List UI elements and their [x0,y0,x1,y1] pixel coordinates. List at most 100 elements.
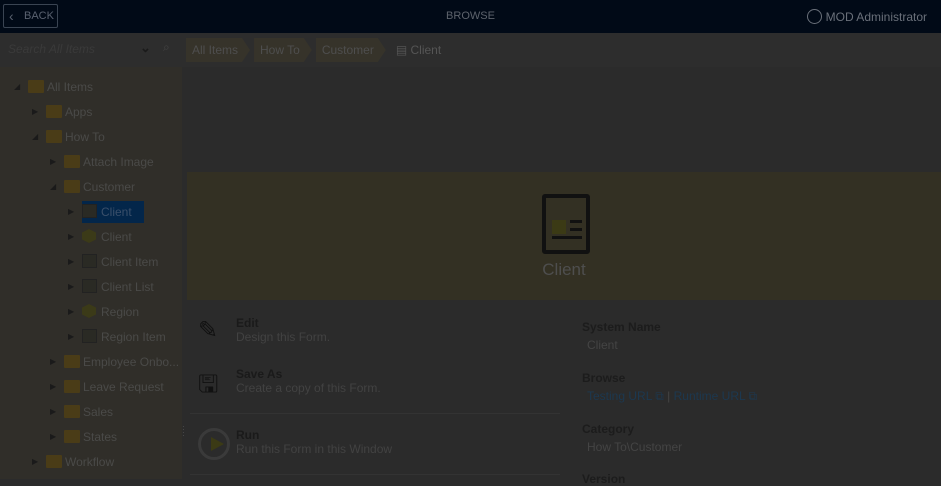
action-desc: Run this Form in this Window [236,442,393,456]
tree-item[interactable]: ◢ How To [32,126,105,148]
folder-icon [64,355,80,368]
system-name-property: System Name Client [582,320,661,352]
action-title: Edit [236,316,259,330]
tree-item[interactable]: ▶ Apps [32,101,92,123]
expand-icon[interactable]: ▶ [50,401,56,423]
tree-item[interactable]: ▶ Client [68,201,144,223]
prop-value: How To\Customer [587,440,683,454]
testing-url-link[interactable]: Testing URL ⧉ [587,389,664,403]
view-icon [82,279,97,293]
expand-icon[interactable]: ▶ [68,251,74,273]
tree-item-label: Workflow [65,455,115,469]
expand-icon[interactable]: ▶ [50,351,56,373]
tree-item-label: Leave Request [83,380,164,394]
tree-item-label: Client [101,205,132,219]
tree-item-label: Region [101,305,140,319]
breadcrumb-item[interactable]: Customer [316,38,386,62]
tree-item[interactable]: ▶ Region [68,301,140,323]
tree-item-label: All Items [47,80,94,94]
action-desc: Design this Form. [236,330,331,344]
expand-icon[interactable]: ▶ [50,151,56,173]
tree-item[interactable]: ▶ States [50,426,118,448]
expand-icon[interactable]: ▶ [32,101,38,123]
folder-icon [46,455,62,468]
tree-item-label: Attach Image [83,155,154,169]
expand-icon[interactable]: ▶ [50,426,56,448]
category-property: Category How To\Customer [582,422,682,454]
tree-item[interactable]: ▶ Attach Image [50,151,154,173]
separator: | [667,389,671,403]
folder-icon [64,405,80,418]
expand-icon[interactable]: ▶ [32,451,38,473]
collapse-icon[interactable]: ◢ [14,76,20,98]
view-icon [82,254,97,268]
folder-icon [64,180,80,193]
expand-icon[interactable]: ▶ [68,201,74,223]
item-header: Client [187,172,941,300]
smartobject-icon [82,229,96,243]
run-action[interactable]: Run Run this Form in this Window [198,428,393,460]
tree-item[interactable]: ▶ Client List [68,276,154,298]
expand-icon[interactable]: ▶ [68,301,74,323]
user-name: MOD Administrator [825,10,927,24]
edit-action[interactable]: ✎ Edit Design this Form. [198,316,331,344]
prop-label: System Name [582,320,661,334]
tree-item[interactable]: ▶ Sales [50,401,114,423]
item-name: Client [542,260,586,279]
search-row: Search All Items ⌄ ⌕ All Items How To Cu… [0,33,941,67]
tree-item[interactable]: ▶ Client Item [68,251,159,273]
tree-item[interactable]: ◢ Customer [50,176,136,198]
form-icon [542,194,590,254]
collapse-icon[interactable]: ◢ [32,126,38,148]
resize-handle[interactable]: · · · · [182,423,185,440]
expand-icon[interactable]: ▶ [68,326,74,348]
divider [190,413,560,414]
smartobject-icon [82,304,96,318]
expand-icon[interactable]: ▶ [68,276,74,298]
prop-value: Client [587,338,618,352]
tree-item-label: Client [101,230,132,244]
version-property: Version [582,472,625,486]
tree-item[interactable]: ▶ Employee Onbo... [50,351,180,373]
tree-item-label: Sales [83,405,114,419]
user-icon [806,9,822,24]
tree-item-label: States [83,430,118,444]
tree-item-label: Client Item [101,255,159,269]
folder-icon [64,430,80,443]
tree-item-label: Employee Onbo... [83,355,180,369]
folder-icon [46,105,62,118]
form-icon [82,204,97,218]
breadcrumb-current: ▤ Client [395,43,442,57]
action-title: Save As [236,367,283,381]
tree-item[interactable]: ◢ All Items [14,76,94,98]
action-desc: Create a copy of this Form. [236,381,381,395]
breadcrumb-item[interactable]: All Items [186,38,250,62]
folder-icon [64,380,80,393]
expand-icon[interactable]: ▶ [50,376,56,398]
action-title: Run [236,428,260,442]
breadcrumb: All Items How To Customer ▤ Client [186,38,441,62]
collapse-icon[interactable]: ◢ [50,176,56,198]
tree-item[interactable]: ▶ Region Item [68,326,166,348]
save-as-action[interactable]: 🖫 Save As Create a copy of this Form. [198,367,381,398]
divider [190,474,560,475]
prop-label: Category [582,422,635,436]
chevron-down-icon[interactable]: ⌄ [140,40,151,56]
search-input[interactable]: Search All Items [8,42,95,56]
user-menu[interactable]: MOD Administrator [806,9,927,24]
tree-item[interactable]: ▶ Workflow [32,451,115,473]
page-title: BROWSE [446,10,495,22]
pencil-icon: ✎ [198,317,219,344]
tree-item-label: Client List [101,280,154,294]
folder-home-icon [28,80,44,93]
tree-item-label: Customer [83,180,136,194]
tree-item[interactable]: ▶ Client [68,226,132,248]
expand-icon[interactable]: ▶ [68,226,74,248]
tree-item[interactable]: ▶ Leave Request [50,376,164,398]
search-icon[interactable]: ⌕ [163,40,170,55]
runtime-url-link[interactable]: Runtime URL ⧉ [674,389,757,403]
top-bar: ‹ BACK BROWSE MOD Administrator [0,0,941,33]
folder-icon [64,155,80,168]
tree-item-label: How To [65,130,105,144]
breadcrumb-item[interactable]: How To [254,38,312,62]
